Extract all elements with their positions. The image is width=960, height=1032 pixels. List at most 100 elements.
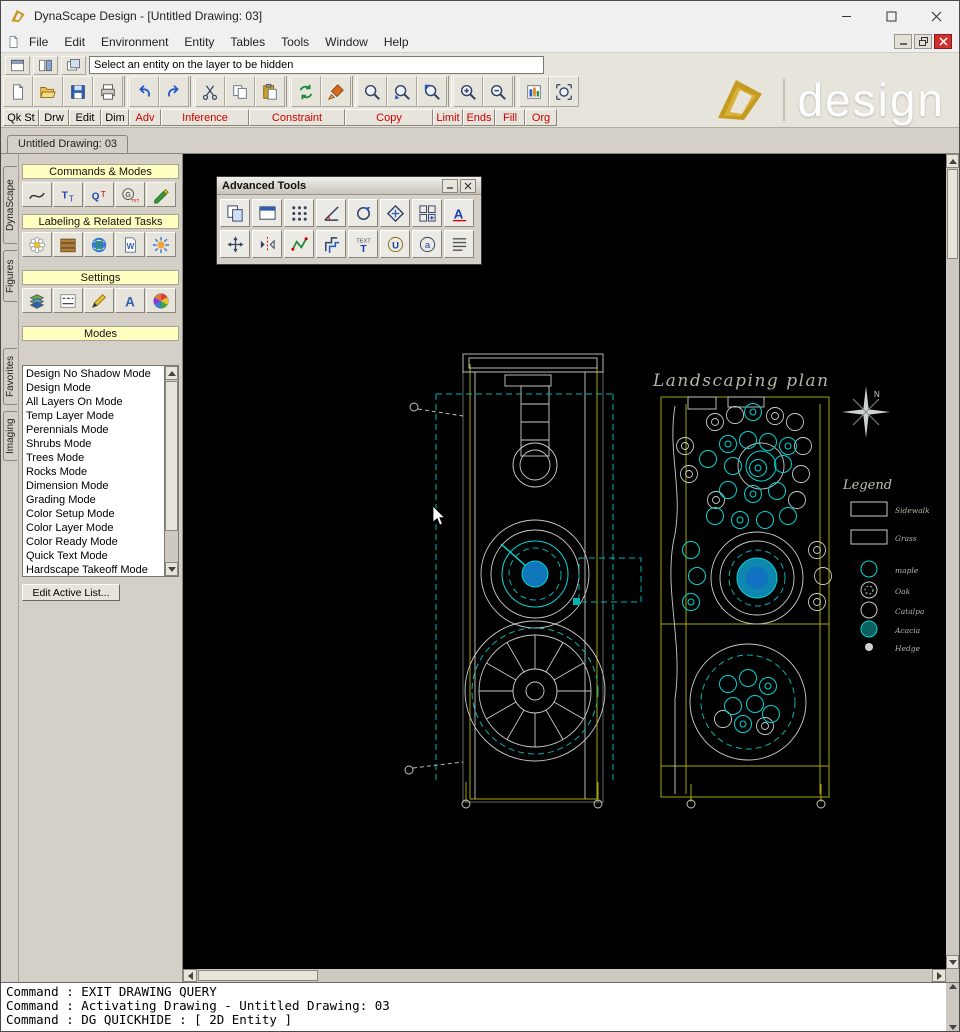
cell-pattern-icon[interactable] xyxy=(412,199,442,227)
scroll-right-icon[interactable] xyxy=(932,969,946,982)
measure-angle-icon[interactable] xyxy=(316,199,346,227)
format-painter-button[interactable] xyxy=(321,76,351,107)
advanced-tools-titlebar[interactable]: Advanced Tools xyxy=(217,177,481,195)
mode-item[interactable]: Perennials Mode xyxy=(23,423,164,437)
toolbar-group-adv[interactable]: Adv xyxy=(129,109,161,126)
scroll-up-icon[interactable] xyxy=(165,366,178,380)
cascade-windows-icon[interactable] xyxy=(61,55,86,75)
sketch-tool-icon[interactable] xyxy=(22,182,52,207)
command-prompt-input[interactable] xyxy=(89,56,544,74)
scroll-thumb[interactable] xyxy=(947,169,958,259)
toolbar-group-constraint[interactable]: Constraint xyxy=(249,109,345,126)
menu-entity[interactable]: Entity xyxy=(176,33,222,51)
landscape-drawing[interactable]: N Landscaping plan Legend Sidewalk Grass… xyxy=(183,154,948,972)
zoom-out-button[interactable] xyxy=(483,76,513,107)
toolbar-group-qk-st[interactable]: Qk St xyxy=(3,109,39,126)
paste-window-icon[interactable] xyxy=(252,199,282,227)
mode-item[interactable]: Temp Layer Mode xyxy=(23,409,164,423)
general-text-icon[interactable]: G TXT xyxy=(115,182,145,207)
mode-item[interactable]: Rocks Mode xyxy=(23,465,164,479)
side-tab-imaging[interactable]: Imaging xyxy=(2,411,17,461)
mode-item[interactable]: All Layers On Mode xyxy=(23,395,164,409)
mode-item[interactable]: Design Mode xyxy=(23,381,164,395)
pen-settings-icon[interactable] xyxy=(84,288,114,313)
toolbar-group-inference[interactable]: Inference xyxy=(161,109,249,126)
advtools-close-icon[interactable] xyxy=(460,178,476,193)
annotate-icon[interactable]: a xyxy=(412,230,442,258)
edit-active-list-button[interactable]: Edit Active List... xyxy=(22,584,120,601)
title-text-icon[interactable]: TT xyxy=(53,182,83,207)
menu-tables[interactable]: Tables xyxy=(222,33,273,51)
scroll-thumb[interactable] xyxy=(165,381,178,531)
font-settings-icon[interactable]: A xyxy=(115,288,145,313)
zoom-previous-button[interactable] xyxy=(417,76,447,107)
child-minimize-icon[interactable] xyxy=(894,34,912,49)
drawing-tab[interactable]: Untitled Drawing: 03 xyxy=(7,135,129,153)
command-scrollbar[interactable] xyxy=(946,983,959,1031)
zoom-dynamic-button[interactable] xyxy=(387,76,417,107)
paste-button[interactable] xyxy=(255,76,285,107)
mode-item[interactable]: Color Layer Mode xyxy=(23,521,164,535)
side-tab-figures[interactable]: Figures xyxy=(2,250,17,302)
mode-item[interactable]: Grading Mode xyxy=(23,493,164,507)
word-export-icon[interactable]: W xyxy=(115,232,145,257)
mode-item[interactable]: Color Setup Mode xyxy=(23,507,164,521)
drawing-canvas[interactable]: N Landscaping plan Legend Sidewalk Grass… xyxy=(183,154,959,982)
menu-help[interactable]: Help xyxy=(376,33,417,51)
copy-entities-icon[interactable] xyxy=(220,199,250,227)
mode-item[interactable]: Quick Text Mode xyxy=(23,549,164,563)
text-style-icon[interactable]: A xyxy=(444,199,474,227)
text-label-icon[interactable]: TEXT T xyxy=(348,230,378,258)
scroll-down-icon[interactable] xyxy=(946,955,959,969)
zoom-extents-button[interactable] xyxy=(549,76,579,107)
maximize-icon[interactable] xyxy=(869,1,914,31)
toolbar-group-limit[interactable]: Limit xyxy=(433,109,463,126)
array-grid-icon[interactable] xyxy=(284,199,314,227)
polyline-edit-icon[interactable] xyxy=(284,230,314,258)
toolbar-group-org[interactable]: Org xyxy=(525,109,557,126)
menu-tools[interactable]: Tools xyxy=(273,33,317,51)
line-style-icon[interactable] xyxy=(53,288,83,313)
fill-display-button[interactable] xyxy=(519,76,549,107)
move-array-icon[interactable] xyxy=(220,230,250,258)
mode-item[interactable]: Shrubs Mode xyxy=(23,437,164,451)
print-drawing-button[interactable] xyxy=(93,76,123,107)
zoom-window-button[interactable] xyxy=(357,76,387,107)
scale-entity-icon[interactable] xyxy=(380,199,410,227)
mode-item[interactable]: Color Ready Mode xyxy=(23,535,164,549)
new-drawing-button[interactable] xyxy=(3,76,33,107)
mirror-entity-icon[interactable] xyxy=(252,230,282,258)
side-tab-favorites[interactable]: Favorites xyxy=(2,348,17,405)
modes-scrollbar[interactable] xyxy=(164,365,179,577)
undo-button[interactable] xyxy=(129,76,159,107)
toolbar-group-drw[interactable]: Drw xyxy=(39,109,69,126)
menu-file[interactable]: File xyxy=(21,33,56,51)
mode-item[interactable]: Hardscape Takeoff Mode xyxy=(23,563,164,576)
offset-entity-icon[interactable] xyxy=(316,230,346,258)
scroll-down-icon[interactable] xyxy=(165,562,178,576)
layer-settings-icon[interactable] xyxy=(22,288,52,313)
new-window-icon[interactable] xyxy=(5,55,30,75)
quick-text-icon[interactable]: QT xyxy=(84,182,114,207)
label-tool-icon[interactable] xyxy=(146,182,176,207)
cut-button[interactable] xyxy=(195,76,225,107)
material-takeoff-icon[interactable] xyxy=(53,232,83,257)
mode-item[interactable]: Design No Shadow Mode xyxy=(23,367,164,381)
toolbar-group-fill[interactable]: Fill xyxy=(495,109,525,126)
web-tools-icon[interactable] xyxy=(84,232,114,257)
menu-window[interactable]: Window xyxy=(317,33,376,51)
save-drawing-button[interactable] xyxy=(63,76,93,107)
mode-item[interactable]: Trees Mode xyxy=(23,451,164,465)
advtools-minimize-icon[interactable] xyxy=(442,178,458,193)
open-drawing-button[interactable] xyxy=(33,76,63,107)
zoom-in-button[interactable] xyxy=(453,76,483,107)
toolbar-group-edit[interactable]: Edit xyxy=(69,109,101,126)
rotate-entity-icon[interactable] xyxy=(348,199,378,227)
season-color-icon[interactable] xyxy=(146,232,176,257)
command-log[interactable]: Command : EXIT DRAWING QUERY Command : Ac… xyxy=(1,982,959,1031)
scroll-left-icon[interactable] xyxy=(183,969,197,982)
toolbar-group-dim[interactable]: Dim xyxy=(101,109,129,126)
menu-edit[interactable]: Edit xyxy=(56,33,93,51)
canvas-horizontal-scrollbar[interactable] xyxy=(183,969,946,982)
toolbar-group-copy[interactable]: Copy xyxy=(345,109,433,126)
